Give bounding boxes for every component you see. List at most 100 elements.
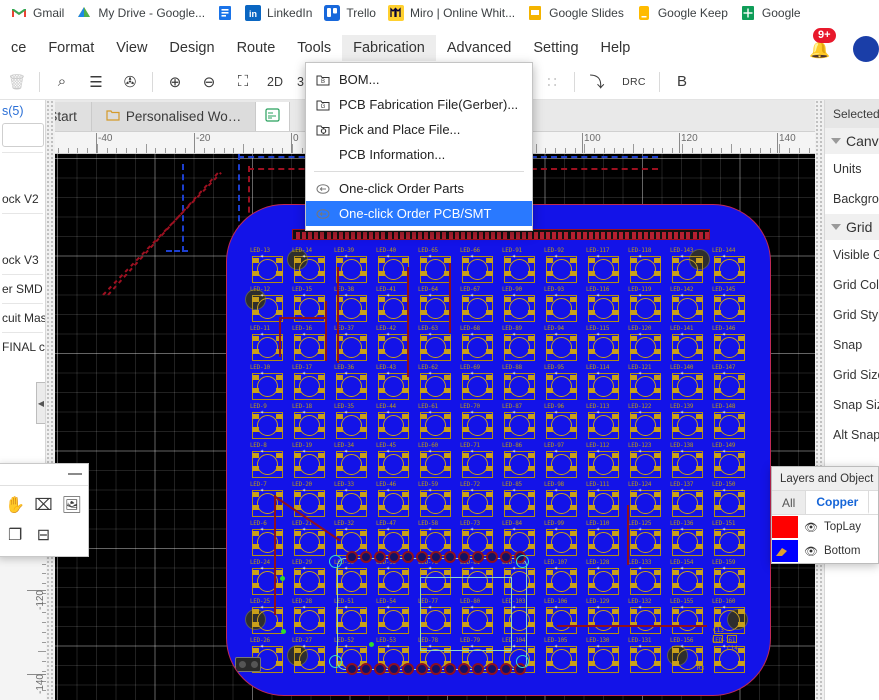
- layers-tab-all[interactable]: All: [772, 491, 806, 514]
- led-component[interactable]: LED-9✶: [249, 403, 289, 445]
- led-component[interactable]: LED-72✶: [459, 481, 499, 523]
- led-component[interactable]: LED-119✶: [627, 286, 667, 328]
- led-component[interactable]: LED-144✶: [711, 247, 751, 289]
- led-component[interactable]: LED-18✶: [291, 403, 331, 445]
- led-component[interactable]: LED-46✶: [375, 481, 415, 523]
- menu-advanced[interactable]: Advanced: [436, 35, 523, 61]
- led-component[interactable]: LED-95✶: [543, 364, 583, 406]
- panel-drag-rail-right[interactable]: [815, 100, 824, 700]
- pcb-canvas[interactable]: LED-13✶LED-14✶LED-39✶LED-40✶LED-65✶LED-6…: [48, 154, 879, 700]
- project-search-input[interactable]: [2, 123, 44, 147]
- property-row-backgrou[interactable]: Backgrou: [825, 184, 879, 214]
- layers-tab-copper[interactable]: Copper: [806, 491, 869, 514]
- notifications-bell[interactable]: 9+ 🔔: [805, 30, 839, 62]
- bookmark-google-slides[interactable]: Google Slides: [524, 2, 633, 24]
- led-component[interactable]: LED-107✶: [543, 559, 583, 601]
- led-component[interactable]: LED-8✶: [249, 442, 289, 484]
- bookmark-item-2[interactable]: [214, 2, 242, 24]
- menu-item-bom[interactable]: BBOM...: [306, 67, 532, 92]
- panel-drag-rail-left[interactable]: [46, 100, 55, 700]
- led-component[interactable]: LED-63✶: [417, 325, 457, 367]
- crosshair-select-icon[interactable]: ⌧: [29, 490, 57, 520]
- led-component[interactable]: LED-159✶: [711, 559, 751, 601]
- led-component[interactable]: LED-44✶: [375, 403, 415, 445]
- measure-icon[interactable]: ✇: [113, 67, 147, 97]
- led-component[interactable]: LED-141✶: [669, 325, 709, 367]
- led-component[interactable]: LED-64✶: [417, 286, 457, 328]
- led-component[interactable]: LED-17✶: [291, 364, 331, 406]
- led-component[interactable]: LED-14✶: [291, 247, 331, 289]
- led-component[interactable]: LED-35✶: [333, 403, 373, 445]
- led-component[interactable]: LED-96✶: [543, 403, 583, 445]
- led-component[interactable]: LED-45✶: [375, 442, 415, 484]
- led-component[interactable]: LED-145✶: [711, 286, 751, 328]
- microcontroller-module[interactable]: [337, 558, 527, 670]
- led-component[interactable]: LED-155✶: [669, 598, 709, 640]
- bookmark-google-keep[interactable]: Google Keep: [633, 2, 737, 24]
- led-component[interactable]: LED-33✶: [333, 481, 373, 523]
- property-group-grid[interactable]: Grid: [825, 214, 879, 240]
- layer-color-swatch[interactable]: [772, 540, 798, 562]
- led-component[interactable]: LED-6✶: [249, 520, 289, 562]
- sidebar-collapse-handle[interactable]: ◀: [36, 382, 45, 424]
- led-component[interactable]: LED-42✶: [375, 325, 415, 367]
- menu-help[interactable]: Help: [590, 35, 642, 61]
- menu-item-pcb-fabrication-file-gerber[interactable]: GPCB Fabrication File(Gerber)...: [306, 92, 532, 117]
- led-component[interactable]: LED-27✶: [291, 637, 331, 679]
- property-row-grid-style[interactable]: Grid Style: [825, 300, 879, 330]
- led-component[interactable]: LED-138✶: [669, 442, 709, 484]
- menu-item-pcb-information[interactable]: PCB Information...: [306, 142, 532, 167]
- tab-pcb-document[interactable]: [256, 102, 290, 131]
- tab-personalised-wo[interactable]: Personalised Wo…: [92, 102, 256, 131]
- bookmark-google[interactable]: Google: [737, 2, 810, 24]
- bookmark-gmail[interactable]: Gmail: [8, 2, 73, 24]
- led-component[interactable]: LED-43✶: [375, 364, 415, 406]
- led-component[interactable]: LED-93✶: [543, 286, 583, 328]
- led-component[interactable]: LED-122✶: [627, 403, 667, 445]
- led-component[interactable]: LED-38✶: [333, 286, 373, 328]
- property-row-grid-size[interactable]: Grid Size: [825, 360, 879, 390]
- zoom-in-icon[interactable]: ⊕: [158, 67, 192, 97]
- led-component[interactable]: LED-20✶: [291, 481, 331, 523]
- led-component[interactable]: LED-106✶: [543, 598, 583, 640]
- led-component[interactable]: LED-13✶: [249, 247, 289, 289]
- property-row-grid-colo[interactable]: Grid Colo: [825, 270, 879, 300]
- led-component[interactable]: LED-151✶: [711, 520, 751, 562]
- led-component[interactable]: LED-129✶: [585, 598, 625, 640]
- led-component[interactable]: LED-154✶: [669, 559, 709, 601]
- palette-titlebar[interactable]: [0, 464, 88, 486]
- led-component[interactable]: LED-41✶: [375, 286, 415, 328]
- led-component[interactable]: LED-115✶: [585, 325, 625, 367]
- led-component[interactable]: LED-133✶: [627, 559, 667, 601]
- minimize-icon[interactable]: [68, 473, 82, 475]
- led-component[interactable]: LED-62✶: [417, 364, 457, 406]
- find-similar-icon[interactable]: ☰: [79, 67, 113, 97]
- led-component[interactable]: LED-10✶: [249, 364, 289, 406]
- led-component[interactable]: LED-111✶: [585, 481, 625, 523]
- led-component[interactable]: LED-110✶: [585, 520, 625, 562]
- menu-item-pick-and-place-file[interactable]: Pick and Place File...: [306, 117, 532, 142]
- led-component[interactable]: LED-36✶: [333, 364, 373, 406]
- led-component[interactable]: LED-143✶: [669, 247, 709, 289]
- search-icon[interactable]: ⌕: [45, 67, 79, 97]
- menu-format[interactable]: Format: [37, 35, 105, 61]
- led-component[interactable]: LED-61✶: [417, 403, 457, 445]
- led-component[interactable]: LED-113✶: [585, 403, 625, 445]
- led-component[interactable]: LED-146✶: [711, 325, 751, 367]
- led-component[interactable]: LED-98✶: [543, 481, 583, 523]
- project-list-item[interactable]: ock V3: [0, 248, 45, 272]
- led-component[interactable]: LED-116✶: [585, 286, 625, 328]
- property-group-canva[interactable]: Canva: [825, 128, 879, 154]
- led-component[interactable]: LED-120✶: [627, 325, 667, 367]
- led-component[interactable]: LED-142✶: [669, 286, 709, 328]
- bookmark-trello[interactable]: Trello: [321, 2, 385, 24]
- user-avatar[interactable]: [853, 36, 879, 62]
- zoom-out-icon[interactable]: ⊖: [192, 67, 226, 97]
- led-component[interactable]: LED-131✶: [627, 637, 667, 679]
- led-component[interactable]: LED-69✶: [459, 364, 499, 406]
- led-component[interactable]: LED-137✶: [669, 481, 709, 523]
- menu-fabrication[interactable]: Fabrication: [342, 35, 436, 61]
- drc-button[interactable]: DRC: [614, 67, 654, 97]
- led-component[interactable]: LED-67✶: [459, 286, 499, 328]
- property-row-alt-snap[interactable]: Alt Snap: [825, 420, 879, 450]
